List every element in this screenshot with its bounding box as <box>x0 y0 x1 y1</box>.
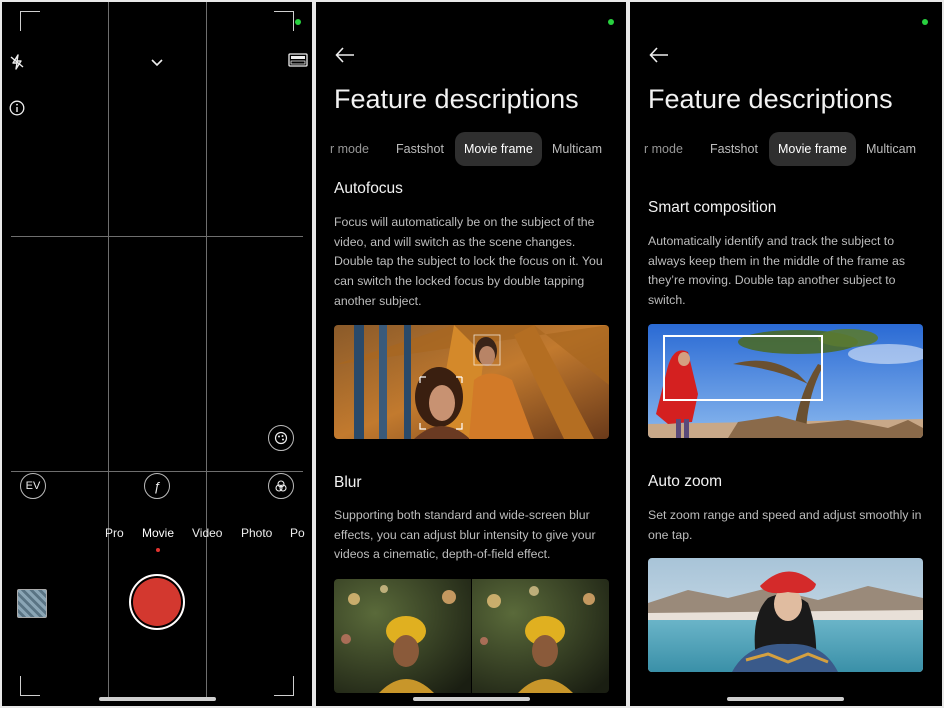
info-icon[interactable] <box>8 99 26 117</box>
frame-corner <box>274 676 294 696</box>
tab-movie-frame[interactable]: Movie frame <box>455 132 542 166</box>
section-body-smart-composition: Automatically identify and track the sub… <box>648 234 905 308</box>
camera-screen: EV ƒ Pro Movie Video Photo Po <box>2 2 312 706</box>
section-body-autofocus: Focus will automatically be on the subje… <box>334 215 603 308</box>
ev-label: EV <box>25 480 41 492</box>
tab-multicam[interactable]: Multicam <box>866 132 916 166</box>
section-body-auto-zoom: Set zoom range and speed and adjust smoo… <box>648 508 922 542</box>
mode-photo[interactable]: Photo <box>241 526 272 540</box>
smart-composition-illustration <box>648 324 923 438</box>
grid-line <box>108 2 109 699</box>
aperture-label: ƒ <box>153 478 161 494</box>
aperture-button[interactable]: ƒ <box>144 473 170 499</box>
flash-off-icon[interactable] <box>7 52 27 72</box>
home-indicator[interactable] <box>727 697 844 701</box>
features-screen-2: Feature descriptions r mode Fastshot Mov… <box>630 2 942 706</box>
mode-pro[interactable]: Pro <box>105 526 124 540</box>
color-circles-icon[interactable] <box>268 473 294 499</box>
feature-tabs: r mode Fastshot Movie frame Multicam <box>630 132 942 166</box>
page-title: Feature descriptions <box>334 84 579 114</box>
frame-corner <box>20 11 40 31</box>
autofocus-illustration <box>334 325 609 439</box>
section-heading-autofocus: Autofocus <box>334 180 403 197</box>
section-heading-blur: Blur <box>334 474 362 491</box>
tab-color-mode[interactable]: r mode <box>330 132 369 166</box>
frame-corner <box>274 11 294 31</box>
tab-multicam[interactable]: Multicam <box>552 132 602 166</box>
chevron-down-icon[interactable] <box>147 52 167 72</box>
home-indicator[interactable] <box>413 697 530 701</box>
blur-illustration <box>334 579 609 693</box>
gallery-thumbnail[interactable] <box>17 589 47 618</box>
record-button[interactable] <box>129 574 185 630</box>
section-heading-auto-zoom: Auto zoom <box>648 473 723 490</box>
tab-movie-frame[interactable]: Movie frame <box>769 132 856 166</box>
cinema-ratio-icon[interactable] <box>287 50 309 70</box>
mode-video[interactable]: Video <box>192 526 222 540</box>
back-arrow-icon[interactable] <box>334 44 358 68</box>
mode-portrait[interactable]: Po <box>290 526 305 540</box>
grid-line <box>11 471 303 472</box>
back-arrow-icon[interactable] <box>648 44 672 68</box>
auto-zoom-illustration <box>648 558 923 672</box>
grid-line <box>11 236 303 237</box>
feature-tabs: r mode Fastshot Movie frame Multicam <box>316 132 626 166</box>
mode-movie[interactable]: Movie <box>142 526 174 540</box>
home-indicator[interactable] <box>99 697 216 701</box>
privacy-indicator <box>608 19 614 25</box>
tab-fastshot[interactable]: Fastshot <box>710 132 758 166</box>
section-heading-smart-composition: Smart composition <box>648 199 777 216</box>
tab-fastshot[interactable]: Fastshot <box>396 132 444 166</box>
mode-selector: Pro Movie Video Photo Po <box>2 526 312 546</box>
features-screen-1: Feature descriptions r mode Fastshot Mov… <box>316 2 626 706</box>
palette-icon[interactable] <box>268 425 294 451</box>
section-body-blur: Supporting both standard and wide-screen… <box>334 508 596 562</box>
tab-color-mode[interactable]: r mode <box>644 132 683 166</box>
frame-corner <box>20 676 40 696</box>
privacy-indicator <box>295 19 301 25</box>
page-title: Feature descriptions <box>648 84 893 114</box>
grid-line <box>206 2 207 699</box>
active-mode-indicator <box>156 548 160 552</box>
ev-button[interactable]: EV <box>20 473 46 499</box>
privacy-indicator <box>922 19 928 25</box>
